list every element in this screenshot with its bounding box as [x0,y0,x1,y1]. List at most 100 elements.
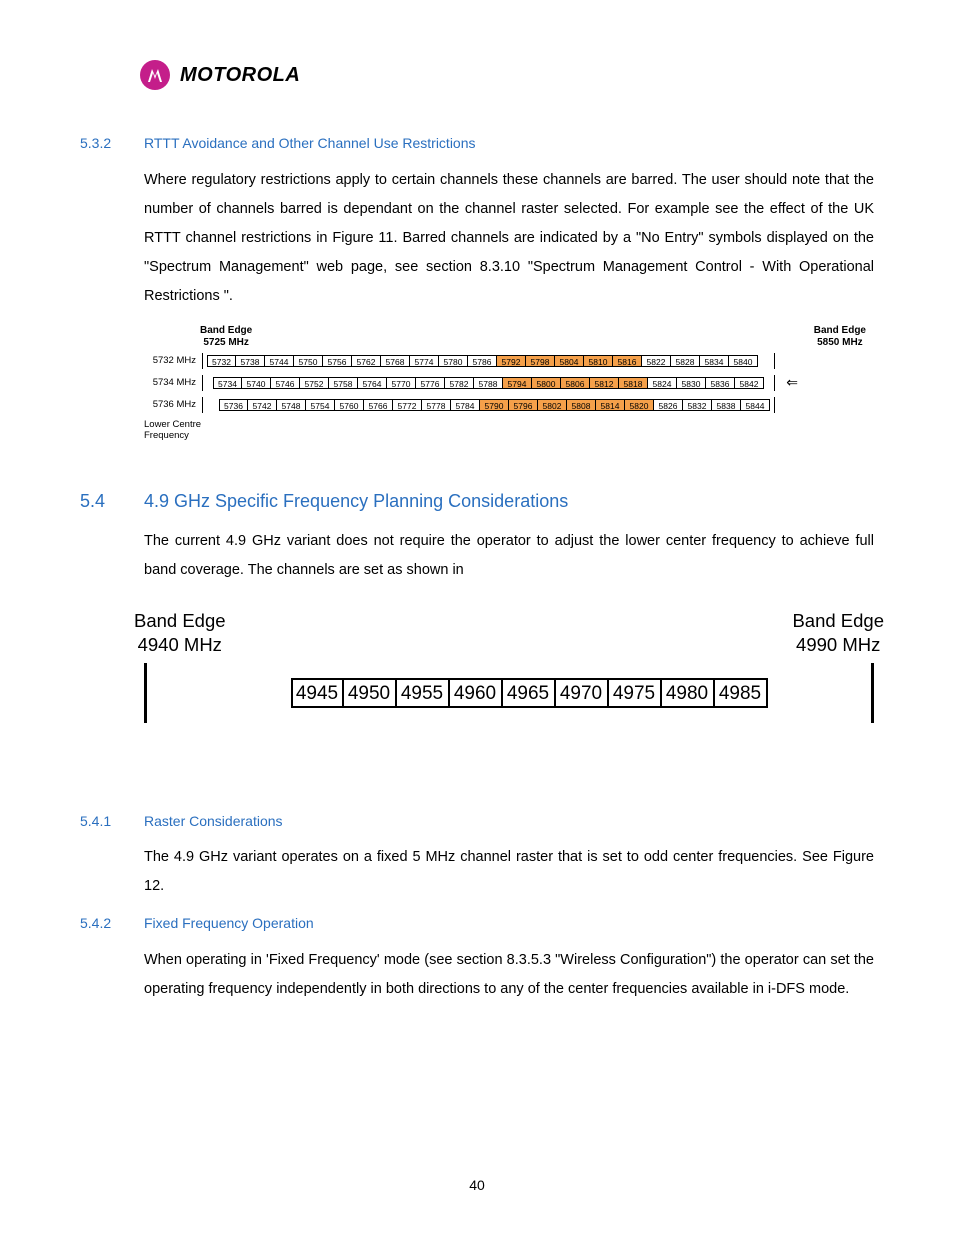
channel-cell: 5738 [236,355,265,367]
channel-cell: 5760 [335,399,364,411]
heading-5.4: 5.4 4.9 GHz Specific Frequency Planning … [80,491,874,512]
heading-5.4.2: 5.4.2 Fixed Frequency Operation [80,915,874,931]
channel-cell: 4965 [503,678,556,708]
channel-cell-barred: 5814 [596,399,625,411]
channel-strip: 5732573857445750575657625768577457805786… [202,353,775,369]
channel-cell: 5752 [300,377,329,389]
document-page: MOTOROLA 5.3.2 RTTT Avoidance and Other … [0,0,954,1235]
channel-cell: 5742 [248,399,277,411]
section-title: RTTT Avoidance and Other Channel Use Res… [144,135,476,151]
section-number: 5.3.2 [80,135,128,151]
band-edge-right-label: Band Edge [814,325,866,336]
channel-cell: 5764 [358,377,387,389]
band-edge-right-label: Band Edge [792,610,884,631]
channel-cell: 5828 [671,355,700,367]
paragraph: Where regulatory restrictions apply to c… [144,166,874,311]
band-edge-left-freq: 5725 MHz [203,337,249,348]
figure-rttt-channels: Band Edge5725 MHz Band Edge5850 MHz 5732… [144,325,874,442]
channel-cell-barred: 5798 [526,355,555,367]
channel-cell-barred: 5820 [625,399,654,411]
brand-name: MOTOROLA [180,64,300,87]
band-edge-right-freq: 4990 MHz [796,634,880,655]
channel-cell: 5786 [468,355,497,367]
motorola-logo-icon [140,60,170,90]
band-edge-labels: Band Edge4940 MHz Band Edge4990 MHz [144,609,874,657]
channel-cell: 5736 [219,399,248,411]
channel-cell: 5776 [416,377,445,389]
heading-5.4.1: 5.4.1 Raster Considerations [80,813,874,829]
channel-cell: 5734 [213,377,242,389]
band-edge-marker [871,663,874,723]
channel-cell: 4950 [344,678,397,708]
band-edge-left-freq: 4940 MHz [138,634,222,655]
channel-cell: 5842 [735,377,764,389]
paragraph: The 4.9 GHz variant operates on a fixed … [144,843,874,901]
channel-cell: 5740 [242,377,271,389]
channel-cell: 5784 [451,399,480,411]
channel-cell: 5778 [422,399,451,411]
channel-cell: 4955 [397,678,450,708]
paragraph: The current 4.9 GHz variant does not req… [144,527,874,585]
channel-cell: 5774 [410,355,439,367]
lower-centre-freq-label: Lower CentreFrequency [144,419,214,442]
section-number: 5.4 [80,491,128,512]
channel-cell: 5772 [393,399,422,411]
channel-cell: 5782 [445,377,474,389]
channel-cell: 5770 [387,377,416,389]
channel-cell: 5748 [277,399,306,411]
channel-cell: 5834 [700,355,729,367]
raster-row-label: 5736 MHz [144,399,196,410]
channel-cell: 4975 [609,678,662,708]
channel-cell: 5766 [364,399,393,411]
channel-cell: 5844 [741,399,770,411]
channel-cell-barred: 5800 [532,377,561,389]
channel-cell-barred: 5802 [538,399,567,411]
page-number: 40 [0,1177,954,1193]
channel-cell-barred: 5804 [555,355,584,367]
channel-cell: 5732 [207,355,236,367]
section-title: Raster Considerations [144,813,283,829]
section-title: Fixed Frequency Operation [144,915,314,931]
band-edge-left-label: Band Edge [134,610,226,631]
channel-cell: 5826 [654,399,683,411]
channel-strip: 5734574057465752575857645770577657825788… [202,375,775,391]
channel-cell: 4960 [450,678,503,708]
section-title: 4.9 GHz Specific Frequency Planning Cons… [144,491,568,512]
brand-header: MOTOROLA [140,60,874,90]
channel-cell-barred: 5816 [613,355,642,367]
channel-raster-row: 5734 MHz 57345740574657525758576457705776… [144,375,874,391]
channel-cell: 5758 [329,377,358,389]
raster-row-label: 5734 MHz [144,377,196,388]
channel-cell-barred: 5810 [584,355,613,367]
channel-cell: 5838 [712,399,741,411]
band-edge-right-freq: 5850 MHz [817,337,863,348]
paragraph: When operating in 'Fixed Frequency' mode… [144,946,874,1004]
channel-cell: 4970 [556,678,609,708]
channel-strip: 5736574257485754576057665772577857845790… [202,397,775,413]
channel-cell: 5840 [729,355,758,367]
channel-cell: 5836 [706,377,735,389]
channel-cell-barred: 5790 [480,399,509,411]
channel-cell: 5744 [265,355,294,367]
section-number: 5.4.1 [80,813,128,829]
channel-cell: 4980 [662,678,715,708]
channel-raster-row: 5736 MHz 57365742574857545760576657725778… [144,397,874,413]
raster-row-label: 5732 MHz [144,355,196,366]
channel-cell-barred: 5796 [509,399,538,411]
channel-cell: 5832 [683,399,712,411]
channel-cell-barred: 5808 [567,399,596,411]
heading-5.3.2: 5.3.2 RTTT Avoidance and Other Channel U… [80,135,874,151]
channel-cell: 5754 [306,399,335,411]
channel-cell-barred: 5792 [497,355,526,367]
channel-raster-row: 5732 MHz 57325738574457505756576257685774… [144,353,874,369]
band-edge-left-label: Band Edge [200,325,252,336]
channel-cell: 5822 [642,355,671,367]
channel-cell: 5830 [677,377,706,389]
channel-cell: 5746 [271,377,300,389]
channel-cell: 5756 [323,355,352,367]
channel-cell: 4985 [715,678,768,708]
channel-cell: 5762 [352,355,381,367]
channel-cell: 4945 [291,678,344,708]
channel-cell-barred: 5812 [590,377,619,389]
channel-cell: 5824 [648,377,677,389]
